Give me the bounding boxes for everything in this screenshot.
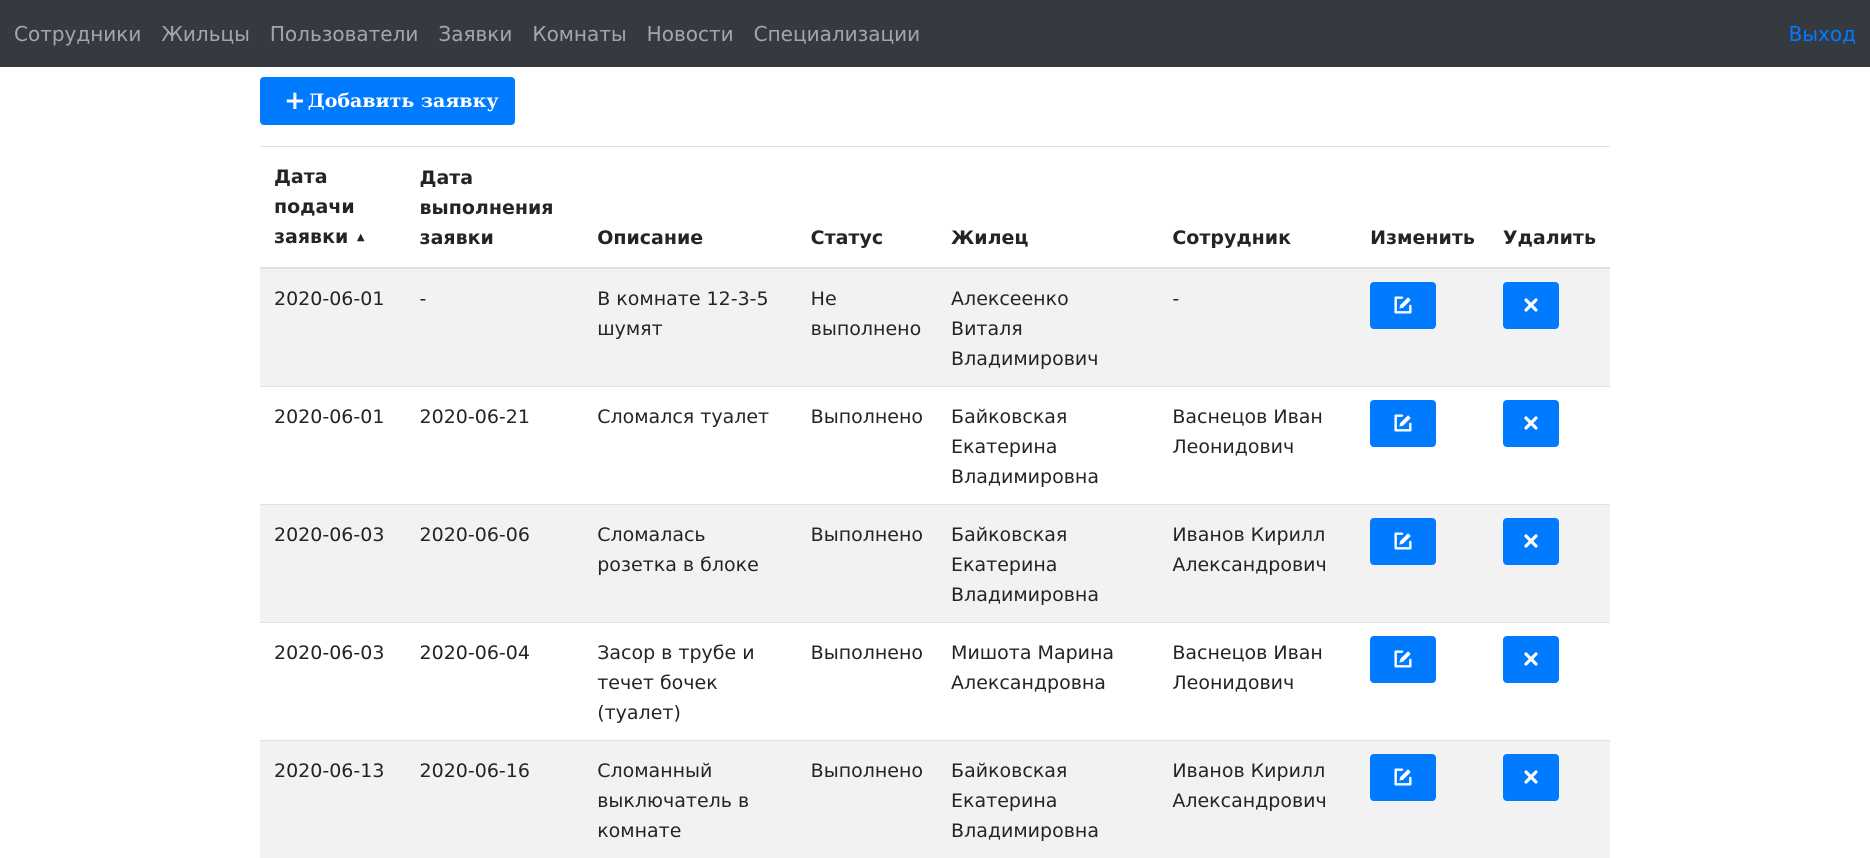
cell-resident: Байковская Екатерина Владимировна <box>937 385 1159 504</box>
cell-employee: Васнецов Иван Леонидович <box>1158 621 1357 740</box>
delete-button[interactable] <box>1502 517 1559 565</box>
add-request-label: Добавить заявку <box>307 90 499 112</box>
cell-edit <box>1356 385 1489 504</box>
close-icon <box>1524 652 1538 666</box>
cell-employee: Иванов Кирилл Александрович <box>1158 503 1357 622</box>
main-content: + Добавить заявку Дата подачи заявки ▲ Д… <box>260 77 1610 858</box>
header-edit: Изменить <box>1356 146 1489 269</box>
nav-link-rooms[interactable]: Комнаты <box>532 22 626 46</box>
edit-icon <box>1392 412 1414 434</box>
table-header-row: Дата подачи заявки ▲ Дата выполнения зая… <box>260 146 1610 269</box>
nav-link-news[interactable]: Новости <box>647 22 734 46</box>
cell-employee: Васнецов Иван Леонидович <box>1158 385 1357 504</box>
cell-date-submit: 2020-06-03 <box>260 503 406 622</box>
table-row: 2020-06-01 2020-06-21 Сломался туалет Вы… <box>260 385 1610 504</box>
nav-link-requests[interactable]: Заявки <box>438 22 512 46</box>
navbar: Сотрудники Жильцы Пользователи Заявки Ко… <box>0 0 1870 67</box>
cell-date-done: 2020-06-04 <box>405 621 584 740</box>
close-icon <box>1524 298 1538 312</box>
header-date-done: Дата выполнения заявки <box>405 146 584 269</box>
cell-resident: Алексеенко Виталя Владимирович <box>937 267 1159 386</box>
cell-edit <box>1356 739 1489 858</box>
nav-link-users[interactable]: Пользователи <box>270 22 419 46</box>
close-icon <box>1524 534 1538 548</box>
cell-resident: Мишота Марина Александровна <box>937 621 1159 740</box>
nav-link-residents[interactable]: Жильцы <box>161 22 250 46</box>
cell-date-submit: 2020-06-01 <box>260 267 406 386</box>
header-date-submit[interactable]: Дата подачи заявки ▲ <box>260 146 406 269</box>
close-icon <box>1524 770 1538 784</box>
table-row: 2020-06-01 - В комнате 12-3-5 шумят Не в… <box>260 267 1610 386</box>
delete-button[interactable] <box>1502 281 1559 329</box>
delete-button[interactable] <box>1502 399 1559 447</box>
delete-button[interactable] <box>1502 635 1559 683</box>
cell-status: Выполнено <box>796 503 938 622</box>
cell-description: Засор в трубе и течет бочек (туалет) <box>583 621 797 740</box>
header-description: Описание <box>583 146 797 269</box>
cell-description: Сломалась розетка в блоке <box>583 503 797 622</box>
cell-edit <box>1356 621 1489 740</box>
edit-icon <box>1392 294 1414 316</box>
add-request-button[interactable]: + Добавить заявку <box>260 77 516 125</box>
edit-button[interactable] <box>1370 517 1437 565</box>
cell-delete <box>1488 621 1610 740</box>
cell-date-done: - <box>405 267 584 386</box>
edit-button[interactable] <box>1370 399 1437 447</box>
header-resident: Жилец <box>937 146 1159 269</box>
cell-status: Выполнено <box>796 385 938 504</box>
cell-description: Сломался туалет <box>583 385 797 504</box>
edit-icon <box>1392 766 1414 788</box>
cell-delete <box>1488 267 1610 386</box>
cell-delete <box>1488 739 1610 858</box>
cell-date-submit: 2020-06-03 <box>260 621 406 740</box>
logout-link[interactable]: Выход <box>1789 22 1856 46</box>
cell-delete <box>1488 385 1610 504</box>
sort-asc-icon: ▲ <box>356 231 365 243</box>
cell-date-submit: 2020-06-01 <box>260 385 406 504</box>
requests-table: Дата подачи заявки ▲ Дата выполнения зая… <box>260 146 1610 858</box>
cell-resident: Байковская Екатерина Владимировна <box>937 739 1159 858</box>
plus-icon: + <box>284 86 306 116</box>
cell-description: Сломанный выключатель в комнате <box>583 739 797 858</box>
edit-icon <box>1392 530 1414 552</box>
delete-button[interactable] <box>1502 753 1559 801</box>
cell-delete <box>1488 503 1610 622</box>
header-employee: Сотрудник <box>1158 146 1357 269</box>
cell-date-done: 2020-06-16 <box>405 739 584 858</box>
table-row: 2020-06-03 2020-06-04 Засор в трубе и те… <box>260 621 1610 740</box>
nav-links: Сотрудники Жильцы Пользователи Заявки Ко… <box>14 22 1789 46</box>
nav-link-employees[interactable]: Сотрудники <box>14 22 141 46</box>
header-status: Статус <box>796 146 938 269</box>
table-row: 2020-06-13 2020-06-16 Сломанный выключат… <box>260 739 1610 858</box>
cell-edit <box>1356 267 1489 386</box>
cell-date-done: 2020-06-21 <box>405 385 584 504</box>
edit-button[interactable] <box>1370 753 1437 801</box>
cell-description: В комнате 12-3-5 шумят <box>583 267 797 386</box>
edit-button[interactable] <box>1370 635 1437 683</box>
cell-date-submit: 2020-06-13 <box>260 739 406 858</box>
cell-employee: - <box>1158 267 1357 386</box>
table-row: 2020-06-03 2020-06-06 Сломалась розетка … <box>260 503 1610 622</box>
cell-resident: Байковская Екатерина Владимировна <box>937 503 1159 622</box>
header-delete: Удалить <box>1488 146 1610 269</box>
nav-link-specializations[interactable]: Специализации <box>754 22 921 46</box>
edit-icon <box>1392 648 1414 670</box>
cell-employee: Иванов Кирилл Александрович <box>1158 739 1357 858</box>
cell-status: Не выполнено <box>796 267 938 386</box>
cell-status: Выполнено <box>796 739 938 858</box>
close-icon <box>1524 416 1538 430</box>
cell-edit <box>1356 503 1489 622</box>
cell-date-done: 2020-06-06 <box>405 503 584 622</box>
edit-button[interactable] <box>1370 281 1437 329</box>
cell-status: Выполнено <box>796 621 938 740</box>
